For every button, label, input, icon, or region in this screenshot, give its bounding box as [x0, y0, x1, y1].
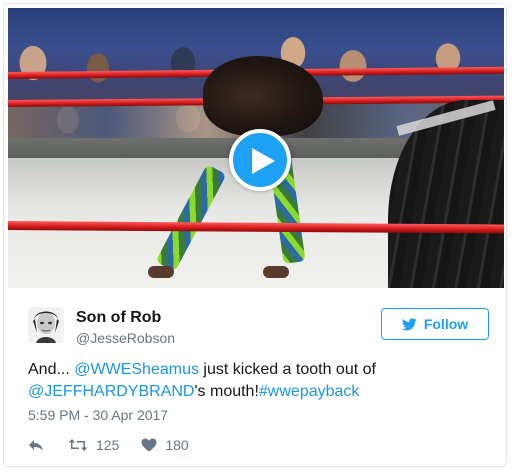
- play-icon: [252, 148, 275, 174]
- tweet-text: And... @WWESheamus just kicked a tooth o…: [28, 361, 376, 400]
- tweet-card: Son of Rob @JesseRobson Follow And... @W…: [3, 3, 507, 467]
- reply-button[interactable]: [28, 438, 44, 452]
- follow-label: Follow: [423, 316, 469, 332]
- hashtag-link[interactable]: #wwepayback: [259, 383, 360, 400]
- heart-icon: [141, 438, 157, 452]
- follow-button[interactable]: Follow: [381, 308, 489, 340]
- display-name[interactable]: Son of Rob: [76, 309, 161, 327]
- retweet-icon: [68, 439, 88, 451]
- video-thumbnail[interactable]: [8, 8, 504, 288]
- like-button[interactable]: 180: [141, 437, 189, 453]
- mention-link[interactable]: @JEFFHARDYBRAND: [28, 383, 194, 400]
- avatar[interactable]: [28, 307, 64, 343]
- retweet-count: 125: [96, 437, 120, 453]
- tweet-actions: 125 180: [28, 435, 189, 455]
- like-count: 180: [165, 437, 189, 453]
- reply-icon: [29, 440, 43, 451]
- mention-link[interactable]: @WWESheamus: [74, 361, 199, 378]
- bird-icon: [401, 317, 417, 330]
- user-handle[interactable]: @JesseRobson: [76, 330, 175, 346]
- retweet-button[interactable]: 125: [68, 437, 119, 453]
- tweet-timestamp[interactable]: 5:59 PM - 30 Apr 2017: [28, 407, 168, 423]
- play-button[interactable]: [229, 129, 291, 191]
